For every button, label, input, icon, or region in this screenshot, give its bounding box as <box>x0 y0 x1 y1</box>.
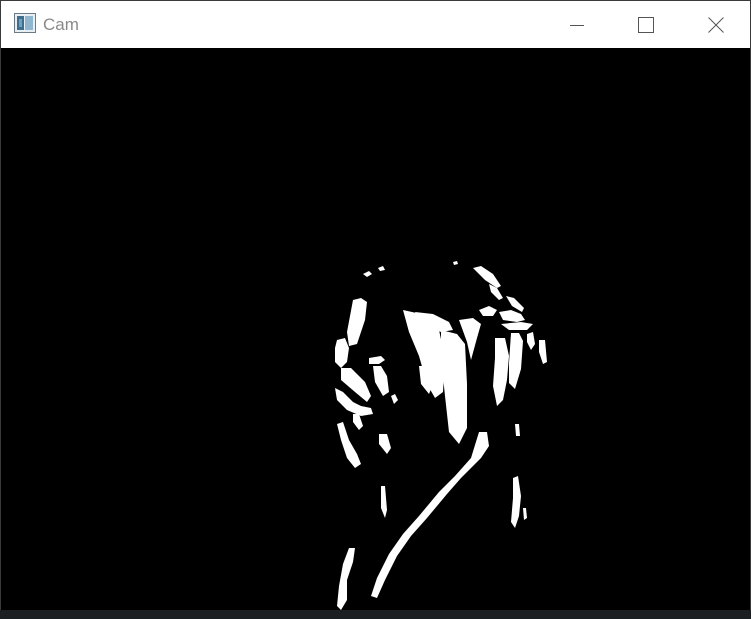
window-title: Cam <box>43 15 79 34</box>
opencv-window-icon <box>14 13 36 33</box>
title-bar[interactable]: Cam <box>1 1 750 48</box>
minimize-button[interactable] <box>554 1 600 48</box>
taskbar-edge <box>0 610 751 619</box>
minimize-icon <box>570 18 584 32</box>
binary-threshold-mask <box>1 48 750 611</box>
maximize-icon <box>638 16 654 33</box>
maximize-button[interactable] <box>623 1 669 48</box>
close-button[interactable] <box>693 1 739 48</box>
cam-window: Cam <box>0 0 751 619</box>
camera-view <box>1 48 750 611</box>
close-icon <box>708 16 724 33</box>
